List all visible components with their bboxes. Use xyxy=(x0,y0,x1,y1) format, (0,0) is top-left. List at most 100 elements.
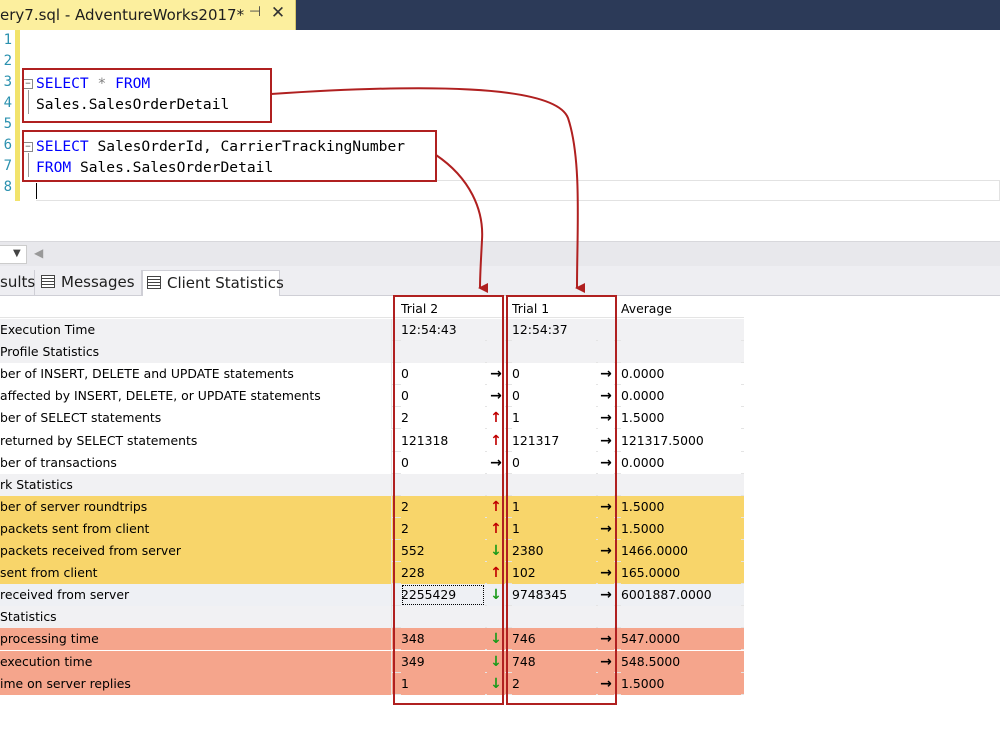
query-document-tab[interactable]: ery7.sql - AdventureWorks2017* ⊣ ✕ xyxy=(0,0,296,30)
trial2-value: 1 xyxy=(401,672,485,695)
code-line-7: FROM Sales.SalesOrderDetail xyxy=(36,159,273,176)
trial2-value: 2 xyxy=(401,495,485,518)
trial1-trend-arrow-icon: → xyxy=(598,451,614,474)
statistic-label: Statistics xyxy=(0,606,392,629)
change-tracking-bar xyxy=(15,30,20,201)
average-value: 1.5000 xyxy=(621,407,741,430)
trial1-trend-arrow-icon: → xyxy=(598,407,614,430)
statistics-row[interactable]: Execution Time 12:54:43 12:54:37 xyxy=(0,319,744,341)
statistics-row[interactable]: ber of server roundtrips 2 ↑ 1 → 1.5000 xyxy=(0,495,744,518)
trial1-trend-arrow-icon xyxy=(598,606,614,629)
trial1-trend-arrow-icon: → xyxy=(598,562,614,585)
pin-icon[interactable]: ⊣ xyxy=(246,4,264,24)
text-caret xyxy=(36,183,37,199)
statistics-row[interactable]: rk Statistics xyxy=(0,473,744,496)
trial2-trend-arrow-icon xyxy=(487,473,505,496)
keyword: FROM xyxy=(36,159,72,176)
code-line-6: SELECT SalesOrderId, CarrierTrackingNumb… xyxy=(36,138,405,155)
results-tab-bar: sults Messages Client Statistics xyxy=(0,266,1000,297)
line-number: 7 xyxy=(3,158,12,174)
trial2-value: 0 xyxy=(401,451,485,474)
trial2-value: 0 xyxy=(401,363,485,386)
trial2-value: 348 xyxy=(401,628,485,651)
trial2-value xyxy=(401,473,485,496)
trial2-value: 2 xyxy=(401,407,485,430)
statistic-label: ber of server roundtrips xyxy=(0,495,392,518)
average-value xyxy=(621,606,741,629)
tab-client-statistics[interactable]: Client Statistics xyxy=(142,270,284,297)
average-value: 547.0000 xyxy=(621,628,741,651)
statistic-label: execution time xyxy=(0,650,392,673)
statistics-row[interactable]: returned by SELECT statements 121318 ↑ 1213… xyxy=(0,429,744,452)
trial1-value: 102 xyxy=(512,562,596,585)
messages-icon xyxy=(41,275,55,288)
trial1-value: 121317 xyxy=(512,429,596,452)
trial1-trend-arrow-icon: → xyxy=(598,650,614,673)
trial1-value: 1 xyxy=(512,517,596,540)
line-number: 8 xyxy=(3,179,12,195)
scroll-left-icon[interactable]: ◀ xyxy=(34,246,43,260)
statistics-row[interactable]: affected by INSERT, DELETE, or UPDATE st… xyxy=(0,385,744,408)
tab-results[interactable]: sults xyxy=(0,270,35,296)
close-icon[interactable]: ✕ xyxy=(268,3,288,25)
zoom-dropdown[interactable]: ▼ xyxy=(0,245,27,264)
sql-editor[interactable]: 1 2 3 4 5 6 7 8 − − SELECT * FROM Sales.… xyxy=(0,30,1000,241)
trial1-trend-arrow-icon xyxy=(598,341,614,364)
tab-messages-label: Messages xyxy=(61,273,135,291)
editor-horizontal-scrollbar[interactable]: ▼ ◀ xyxy=(0,241,1000,266)
statistics-row[interactable]: ime on server replies 1 ↓ 2 → 1.5000 xyxy=(0,672,744,695)
line-number: 3 xyxy=(3,74,12,90)
statistic-label: received from server xyxy=(0,584,392,607)
trial1-trend-arrow-icon: → xyxy=(598,363,614,386)
tab-messages[interactable]: Messages xyxy=(37,270,142,296)
trial1-value xyxy=(512,473,596,496)
statistic-label: Execution Time xyxy=(0,319,392,341)
statistics-row[interactable]: sent from client 228 ↑ 102 → 165.0000 xyxy=(0,562,744,585)
statistic-label: ber of INSERT, DELETE and UPDATE stateme… xyxy=(0,363,392,386)
trial1-value: 0 xyxy=(512,363,596,386)
statistics-row[interactable]: packets received from server 552 ↓ 2380 → 146… xyxy=(0,540,744,562)
statistics-row[interactable]: execution time 349 ↓ 748 → 548.5000 xyxy=(0,650,744,673)
collapse-icon[interactable]: − xyxy=(23,142,33,152)
trial1-value: 2 xyxy=(512,672,596,695)
average-value: 0.0000 xyxy=(621,363,741,386)
code-text: SalesOrderId, CarrierTrackingNumber xyxy=(88,138,406,155)
line-number: 1 xyxy=(3,32,12,48)
statistics-row[interactable]: processing time 348 ↓ 746 → 547.0000 xyxy=(0,628,744,651)
trial2-trend-arrow-icon xyxy=(487,341,505,364)
statistics-row[interactable]: received from server 2255429 ↓ 9748345 → 6001… xyxy=(0,584,744,607)
statistic-label: ber of transactions xyxy=(0,451,392,474)
trial1-value xyxy=(512,606,596,629)
code-line-3: SELECT * FROM xyxy=(36,75,150,92)
trial1-value: 746 xyxy=(512,628,596,651)
statistic-label: ime on server replies xyxy=(0,672,392,695)
statistics-row[interactable]: Statistics xyxy=(0,606,744,629)
statistics-row[interactable]: ber of SELECT statements 2 ↑ 1 → 1.5000 xyxy=(0,407,744,430)
trial2-trend-arrow-icon: ↑ xyxy=(487,495,505,518)
trial1-value xyxy=(512,341,596,364)
average-value: 0.0000 xyxy=(621,451,741,474)
average-value: 6001887.0000 xyxy=(621,584,741,607)
line-number-gutter: 1 2 3 4 5 6 7 8 xyxy=(0,30,14,241)
grid-header-row: Trial 2 Trial 1 Average xyxy=(0,296,744,318)
statistics-row[interactable]: ber of transactions 0 → 0 → 0.0000 xyxy=(0,451,744,474)
statistics-row[interactable]: Profile Statistics xyxy=(0,341,744,364)
trial2-value: 12:54:43 xyxy=(401,319,485,341)
current-line-highlight xyxy=(36,180,1000,201)
chevron-down-icon: ▼ xyxy=(13,248,21,259)
average-value xyxy=(621,319,741,341)
trial2-trend-arrow-icon xyxy=(487,606,505,629)
keyword: SELECT xyxy=(36,138,89,155)
collapse-icon[interactable]: − xyxy=(23,79,33,89)
trial1-value: 1 xyxy=(512,495,596,518)
statistics-row[interactable]: ber of INSERT, DELETE and UPDATE stateme… xyxy=(0,363,744,386)
statistics-row[interactable]: packets sent from client 2 ↑ 1 → 1.5000 xyxy=(0,517,744,540)
trial2-trend-arrow-icon: ↑ xyxy=(487,517,505,540)
trial2-trend-arrow-icon: ↑ xyxy=(487,429,505,452)
trial2-trend-arrow-icon: → xyxy=(487,451,505,474)
trial1-value: 2380 xyxy=(512,540,596,562)
operator: * xyxy=(88,75,116,92)
tab-results-label: sults xyxy=(0,273,36,291)
statistic-label: rk Statistics xyxy=(0,473,392,496)
trial2-trend-arrow-icon: ↓ xyxy=(487,650,505,673)
